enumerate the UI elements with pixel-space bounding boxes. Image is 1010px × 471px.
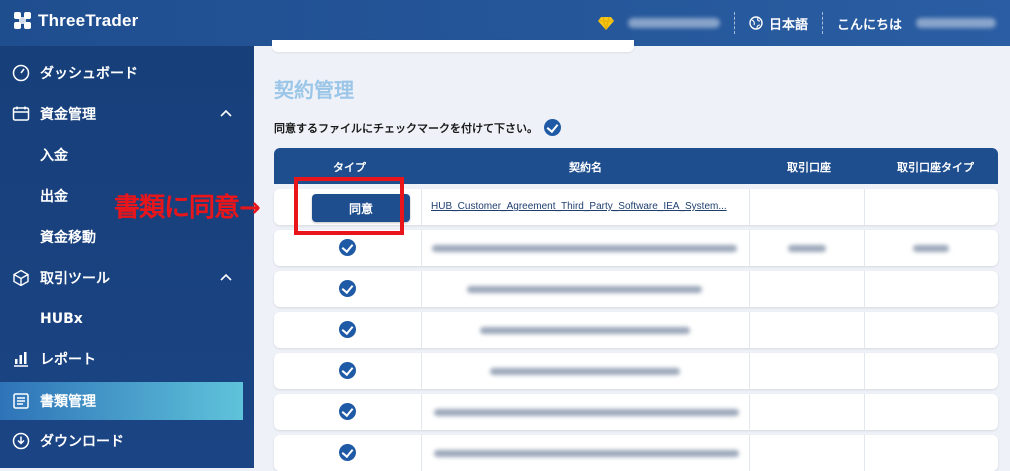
column-header-account-type: 取引口座タイプ <box>897 161 974 174</box>
sidebar-item-label: レポート <box>40 352 96 368</box>
report-icon <box>14 352 28 367</box>
instruction-label: 同意するファイルにチェックマークを付けて下さい。 <box>274 121 538 135</box>
check-icon <box>339 321 356 338</box>
globe-icon <box>749 16 763 30</box>
sidebar-item-deposit[interactable]: 入金 <box>0 136 254 174</box>
sidebar-item-report[interactable]: レポート <box>0 340 254 378</box>
main-content: 契約管理 同意するファイルにチェックマークを付けて下さい。 タイプ 契約名 取引… <box>254 40 1010 471</box>
instruction-text: 同意するファイルにチェックマークを付けて下さい。 <box>274 119 561 136</box>
logo-icon <box>14 12 32 30</box>
sidebar-item-label: ダッシュボード <box>40 66 138 82</box>
document-link-blurred[interactable] <box>480 327 690 334</box>
column-header-type: タイプ <box>333 161 366 174</box>
wallet-icon <box>12 106 30 121</box>
sidebar-item-label: ダウンロード <box>40 434 124 450</box>
document-link-blurred[interactable] <box>490 368 680 375</box>
divider <box>821 12 823 34</box>
account-blurred <box>788 245 826 252</box>
previous-card <box>272 40 634 52</box>
check-icon <box>339 403 356 420</box>
document-link[interactable]: HUB_Customer_Agreement_Third_Party_Softw… <box>431 201 727 212</box>
document-link-blurred[interactable] <box>467 286 702 293</box>
table-row <box>274 353 998 389</box>
document-link-blurred[interactable] <box>432 245 737 252</box>
sidebar-item-trading-tools[interactable]: 取引ツール <box>0 259 254 297</box>
highlight-box <box>294 177 404 235</box>
sidebar: ダッシュボード 資金管理 入金 出金 資金移動 取引ツール HUBx レポート … <box>0 46 254 468</box>
chevron-up-icon[interactable] <box>219 271 233 285</box>
chevron-up-icon[interactable] <box>219 107 233 121</box>
sidebar-item-label: 取引ツール <box>40 271 110 287</box>
check-icon <box>339 280 356 297</box>
sidebar-item-label: 資金移動 <box>40 230 96 246</box>
user-name-blurred[interactable] <box>916 18 996 28</box>
brand-logo[interactable]: ThreeTrader <box>14 11 138 31</box>
sidebar-item-funds[interactable]: 資金管理 <box>0 95 254 133</box>
sidebar-item-label: 出金 <box>40 189 68 205</box>
language-selector[interactable]: 日本語 <box>749 14 808 33</box>
check-icon <box>339 362 356 379</box>
table-row <box>274 271 998 307</box>
sidebar-item-label: 入金 <box>40 148 68 164</box>
document-link-blurred[interactable] <box>434 450 739 457</box>
table-row <box>274 230 998 266</box>
cube-icon <box>13 269 29 287</box>
document-link-blurred[interactable] <box>434 409 739 416</box>
sidebar-item-label: 資金管理 <box>40 107 96 123</box>
sidebar-item-label: HUBx <box>40 311 83 327</box>
table-row <box>274 394 998 430</box>
download-icon <box>12 432 30 450</box>
account-id-blurred[interactable] <box>627 18 720 28</box>
sidebar-item-hubx[interactable]: HUBx <box>0 300 254 338</box>
sidebar-item-download[interactable]: ダウンロード <box>0 422 254 460</box>
check-icon <box>544 119 561 136</box>
document-icon <box>13 393 29 409</box>
annotation-text: 書類に同意→ <box>114 193 261 223</box>
brand-name: ThreeTrader <box>38 11 139 30</box>
account-type-blurred <box>913 245 949 252</box>
sidebar-item-documents[interactable]: 書類管理 <box>0 382 243 420</box>
table-row <box>274 312 998 348</box>
language-label: 日本語 <box>768 17 808 33</box>
greeting-text: こんにちは <box>836 17 902 33</box>
divider <box>733 12 735 34</box>
sidebar-item-label: 書類管理 <box>40 394 96 410</box>
column-header-account: 取引口座 <box>787 161 831 174</box>
diamond-icon <box>597 16 614 30</box>
gauge-icon <box>12 64 30 82</box>
column-header-contract-name: 契約名 <box>569 161 602 174</box>
page-title: 契約管理 <box>274 78 354 102</box>
sidebar-item-dashboard[interactable]: ダッシュボード <box>0 54 254 92</box>
check-icon <box>339 239 356 256</box>
table-row <box>274 435 998 471</box>
check-icon <box>339 444 356 461</box>
